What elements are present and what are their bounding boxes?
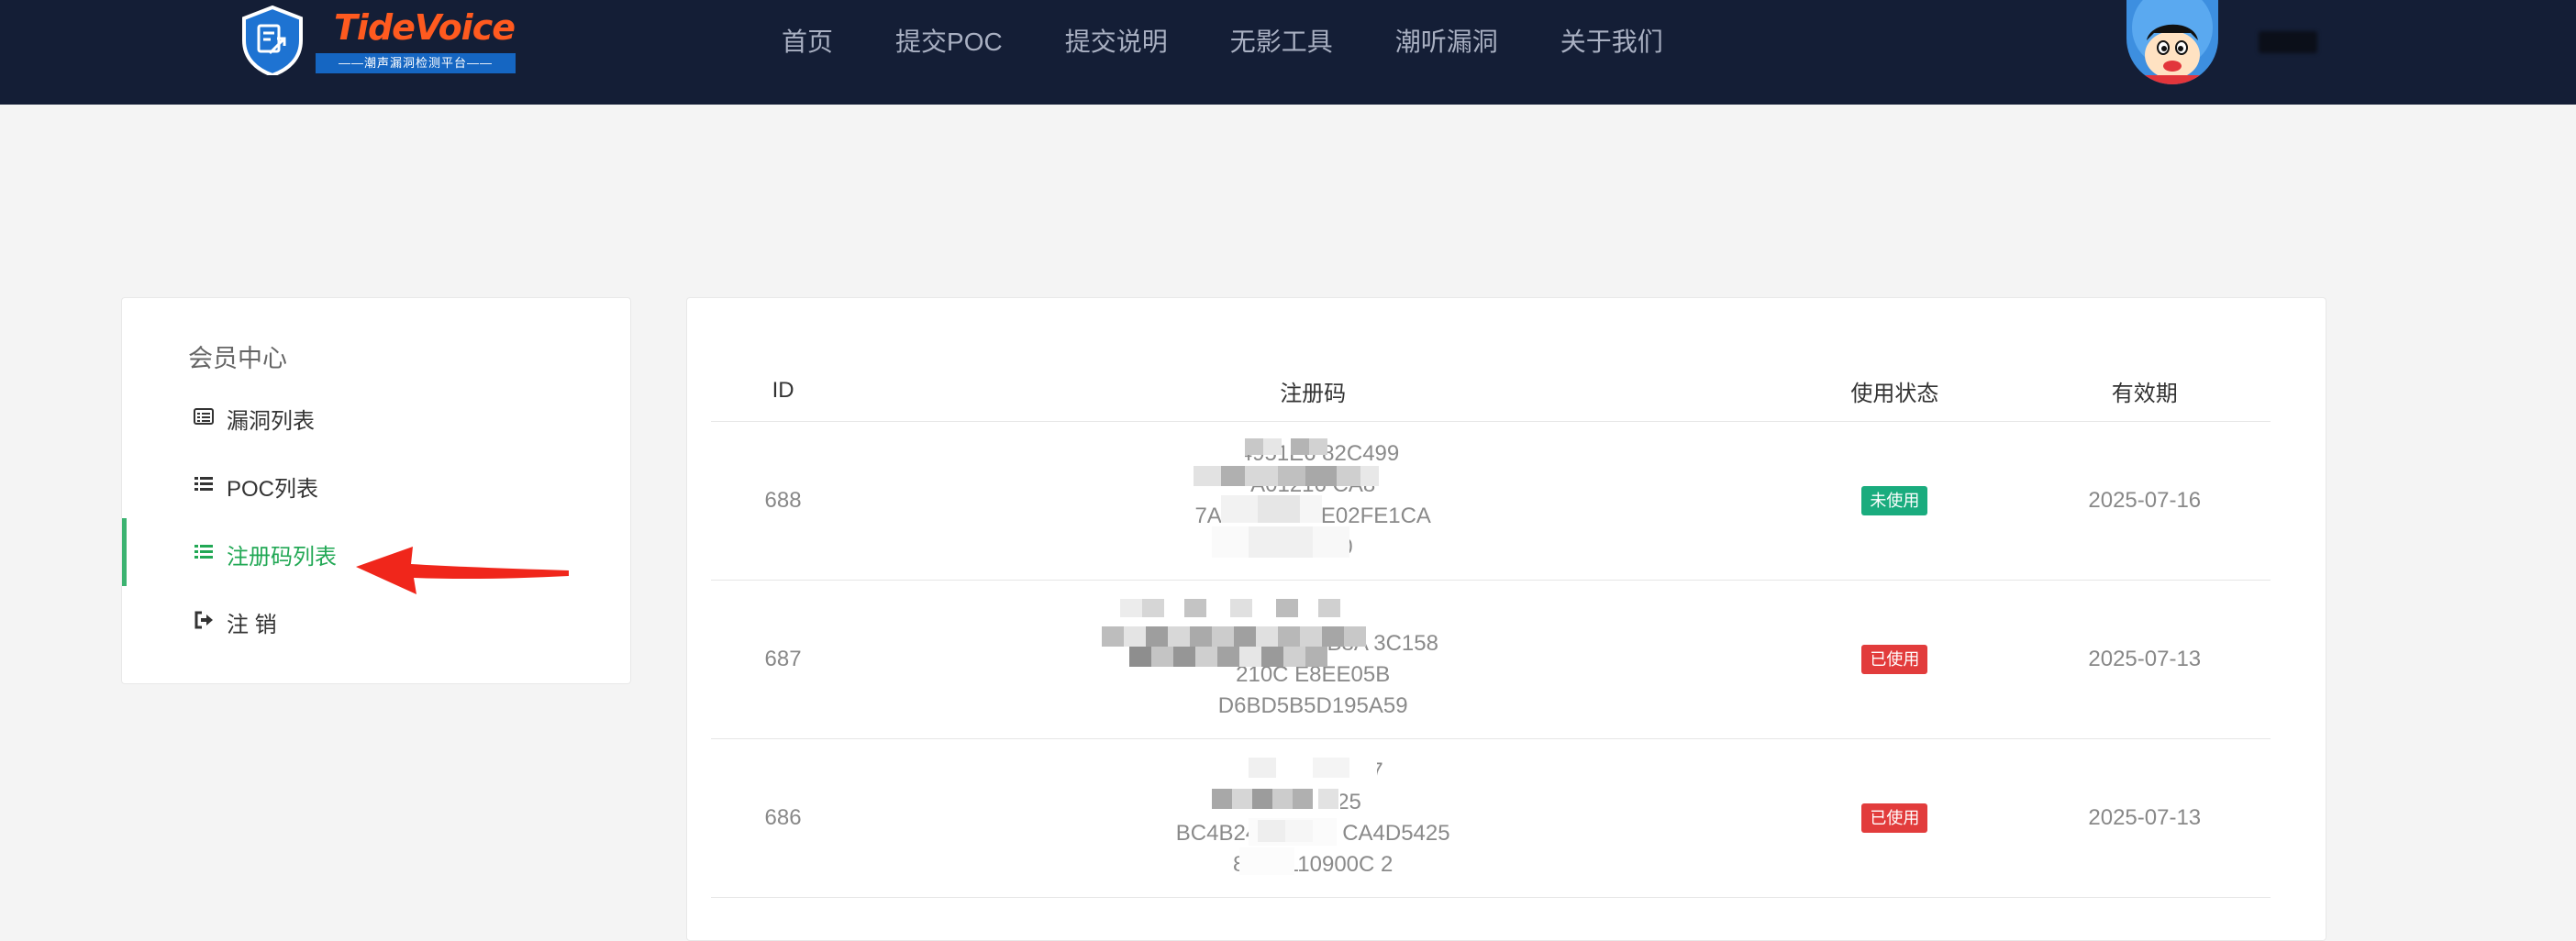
cell-date: 2025-07-13 [2018,580,2271,739]
regcode-line: 7A3853 DC4E02FE1CA [1194,504,1431,528]
sidebar-item-vuln-list[interactable]: 漏洞列表 [122,382,630,450]
regcode-line: 868B1 [1281,600,1345,625]
nav-submit-instructions[interactable]: 提交说明 [1065,0,1168,84]
sidebar-item-label: 注册码列表 [227,545,337,570]
regcode-line: D6BD5B5D195A59 [1217,693,1408,718]
cell-id: 686 [711,738,856,898]
column-header-id: ID [711,360,856,422]
sidebar-item-poc-list[interactable]: POC列表 [122,450,630,518]
cell-code: F4951E6 82C499 A01216 CA8 7A3853 DC4E02F… [855,421,1771,581]
cell-status: 未使用 [1771,421,2019,581]
main-nav: 首页 提交POC 提交说明 无影工具 潮听漏洞 关于我们 [782,0,1726,84]
regcode-line: 1E083138E79B8A 3C158 [1187,631,1438,656]
sidebar-title: 会员中心 [188,345,287,372]
table-row: 688 F4951E6 82C499 A01216 CA8 7A3853 DC4… [711,421,2271,581]
cell-date: 2025-07-13 [2018,738,2271,898]
list-box-icon [194,408,214,425]
regcode-line: A01216 CA8 [1250,472,1376,497]
status-badge: 已使用 [1861,645,1928,674]
cell-status: 已使用 [1771,738,2019,898]
status-badge: 未使用 [1861,486,1928,515]
nav-about-us[interactable]: 关于我们 [1560,0,1663,84]
nav-wuying-tools[interactable]: 无影工具 [1230,0,1333,84]
member-center-sidebar: 会员中心 漏洞列表 POC列表 注册码列表 注 销 [121,297,631,684]
regcode-panel: ID 注册码 使用状态 有效期 688 F4951E6 82C499 A0121… [686,297,2326,941]
cell-code: 868B1 1E083138E79B8A 3C158 210C E8EE05B … [855,580,1771,739]
regcode-line: F4951E6 82C499 [1227,441,1400,466]
top-header: TideVoice ——潮声漏洞检测平台—— 首页 提交POC 提交说明 无影工… [0,0,2576,105]
list-icon [194,477,213,491]
logo-title: TideVoice [334,7,516,48]
username-redacted[interactable] [2259,31,2317,53]
regcode-line: BC4B24270D5F CA4D5425 [1175,821,1450,846]
cell-id: 688 [711,421,856,581]
list-icon [194,545,213,559]
regcode-line: 8B9E110900C 2 [1233,852,1393,877]
column-header-status: 使用状态 [1771,360,2019,422]
sidebar-item-label: POC列表 [227,477,319,502]
regcode-value[interactable]: F4951E6 82C499 A01216 CA8 7A3853 DC4E02F… [1102,438,1524,563]
annotation-arrow-icon [356,547,569,594]
regcode-value[interactable]: 0934746A 117 C41F0 25 BC4B24270D5F CA4D5… [1102,756,1524,880]
cell-code: 0934746A 117 C41F0 25 BC4B24270D5F CA4D5… [855,738,1771,898]
column-header-date: 有效期 [2018,360,2271,422]
regcode-line: 8066 10 [1272,535,1353,559]
nav-chaoting-vulns[interactable]: 潮听漏洞 [1395,0,1498,84]
regcode-line: 210C E8EE05B [1236,662,1391,687]
regcode-value[interactable]: 868B1 1E083138E79B8A 3C158 210C E8EE05B … [1102,597,1524,722]
sign-out-icon [194,611,213,629]
regcode-line: C41F0 25 [1264,790,1361,814]
status-badge: 已使用 [1861,803,1928,833]
regcode-table: ID 注册码 使用状态 有效期 688 F4951E6 82C499 A0121… [711,360,2271,898]
cell-date: 2025-07-16 [2018,421,2271,581]
table-row: 687 868B1 1E083138E79B8A 3C158 210C E8EE… [711,580,2271,739]
table-header-row: ID 注册码 使用状态 有效期 [711,360,2271,422]
logo-subtitle: ——潮声漏洞检测平台—— [316,53,516,73]
cell-id: 687 [711,580,856,739]
column-header-code: 注册码 [855,360,1771,422]
sidebar-item-label: 漏洞列表 [227,409,315,434]
user-avatar[interactable] [2126,0,2218,84]
table-row: 686 0934746A 117 C41F0 25 BC4B24270D5F C… [711,738,2271,898]
regcode-line: 0934746A 117 [1242,758,1383,783]
cell-status: 已使用 [1771,580,2019,739]
nav-home[interactable]: 首页 [782,0,833,84]
nav-submit-poc[interactable]: 提交POC [895,0,1003,84]
avatar-cartoon-icon [2126,0,2218,84]
shield-logo-icon [242,6,303,75]
site-logo[interactable]: TideVoice ——潮声漏洞检测平台—— [240,6,516,75]
sidebar-item-label: 注 销 [227,613,277,637]
